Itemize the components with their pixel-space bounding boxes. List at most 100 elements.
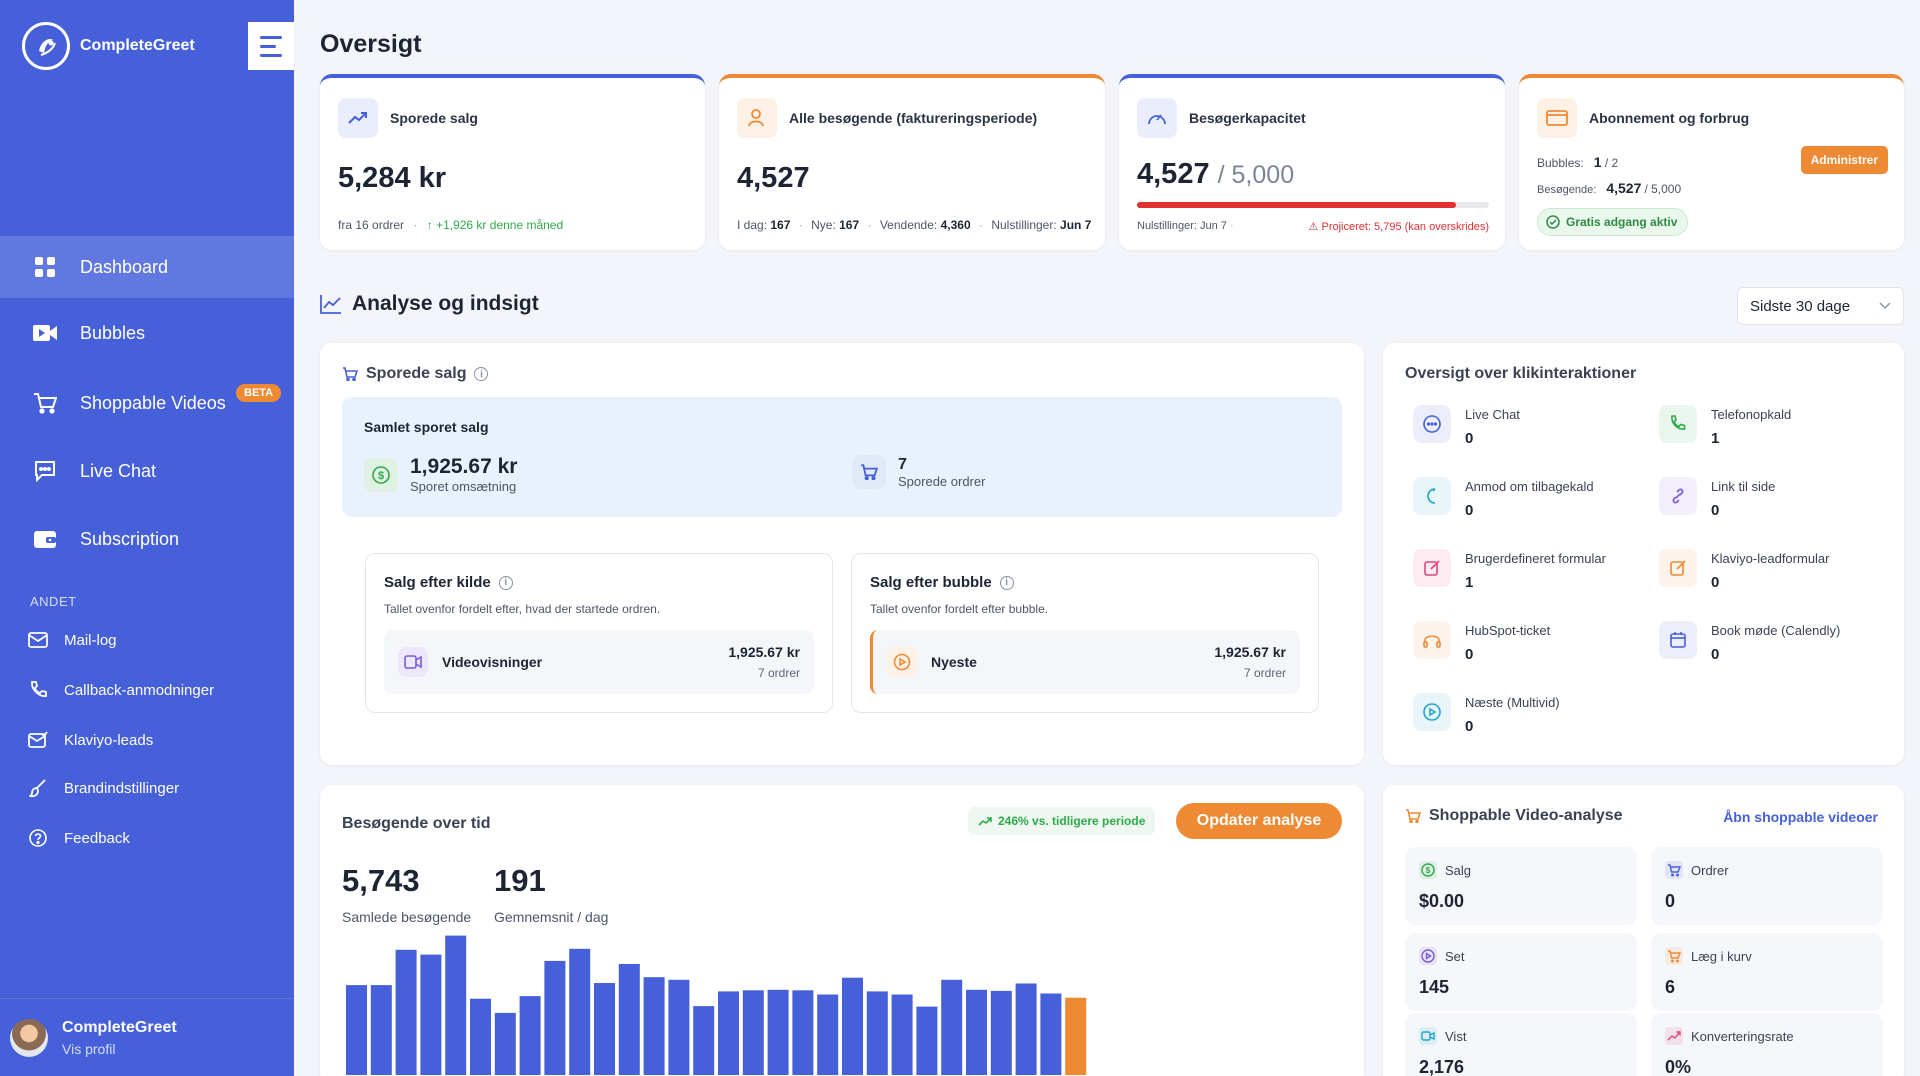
nav-klaviyo-leads[interactable]: Klaviyo-leads: [0, 718, 294, 762]
nav-label: Klaviyo-leads: [64, 731, 154, 749]
date-range-value: Sidste 30 dage: [1750, 297, 1851, 315]
nav-subscription[interactable]: Subscription: [0, 508, 294, 570]
interaction-item: Klaviyo-leadformular 0: [1659, 549, 1830, 591]
menu-toggle-button[interactable]: [248, 22, 294, 70]
update-analysis-button[interactable]: Opdater analyse: [1176, 803, 1342, 839]
bar[interactable]: [544, 960, 566, 1075]
bar[interactable]: [370, 985, 392, 1075]
bar[interactable]: [742, 990, 764, 1075]
info-icon[interactable]: i: [999, 575, 1014, 590]
nav-mail-log[interactable]: Mail-log: [0, 618, 294, 662]
bar[interactable]: [519, 996, 541, 1075]
bar[interactable]: [668, 979, 690, 1075]
click-interactions-panel: Oversigt over klikinteraktioner Live Cha…: [1383, 343, 1904, 765]
info-icon[interactable]: i: [498, 575, 513, 590]
bar[interactable]: [594, 983, 615, 1075]
bar[interactable]: [817, 994, 839, 1076]
metric-value: $0.00: [1419, 891, 1465, 911]
bar[interactable]: [1040, 993, 1062, 1076]
svg-text:$: $: [378, 470, 384, 482]
bar[interactable]: [494, 1012, 516, 1075]
cart-icon: [1665, 861, 1683, 879]
stat-title: Besøgerkapacitet: [1189, 110, 1306, 126]
bubble-row[interactable]: Nyeste 1,925.67 kr 7 ordrer: [870, 630, 1300, 694]
capacity-used: 4,527: [1137, 158, 1210, 190]
stat-card-visitors: Alle besøgende (faktureringsperiode) 4,5…: [719, 74, 1105, 250]
total-visitors-label: Samlede besøgende: [342, 909, 472, 925]
returning-value: 4,360: [940, 218, 971, 232]
bar[interactable]: [891, 994, 913, 1076]
bar[interactable]: [966, 989, 987, 1075]
tracked-revenue: $ 1,925.67 kr Sporet omsætning: [364, 455, 517, 494]
metric-label: Konverteringsrate: [1691, 1028, 1794, 1044]
analysis-title: Analyse og indsigt: [352, 292, 539, 315]
video-icon: [398, 647, 428, 677]
today-value: 167: [770, 218, 791, 232]
split-description: Tallet ovenfor fordelt efter bubble.: [870, 602, 1049, 616]
bar[interactable]: [916, 1006, 938, 1075]
bar[interactable]: [693, 1006, 715, 1075]
nav-dashboard[interactable]: Dashboard: [0, 236, 294, 298]
profile-section[interactable]: CompleteGreet Vis profil: [0, 998, 294, 1076]
interaction-value: 0: [1465, 430, 1474, 447]
source-row[interactable]: Videovisninger 1,925.67 kr 7 ordrer: [384, 630, 814, 694]
manage-button[interactable]: Administrer: [1800, 146, 1888, 174]
visitors-limit: / 5,000: [1644, 182, 1682, 196]
bar[interactable]: [346, 985, 367, 1075]
visitors-value: 4,527: [1606, 180, 1642, 196]
bar[interactable]: [445, 935, 467, 1075]
nav-callback[interactable]: Callback-anmodninger: [0, 668, 294, 712]
nav-shoppable-videos[interactable]: Shoppable Videos BETA: [0, 372, 294, 434]
panel-title: Sporede salg: [366, 365, 467, 382]
play-circle-icon: [887, 647, 917, 677]
bar[interactable]: [643, 977, 665, 1075]
shoppable-metric: Ordrer 0: [1651, 847, 1883, 925]
nav-label: Brandindstillinger: [64, 779, 180, 797]
bar[interactable]: [569, 948, 591, 1075]
bar[interactable]: [842, 977, 863, 1075]
bar[interactable]: [792, 990, 814, 1075]
view-profile-link[interactable]: Vis profil: [62, 1041, 177, 1057]
nav-brand-settings[interactable]: Brandindstillinger: [0, 766, 294, 810]
bar[interactable]: [718, 991, 739, 1075]
interaction-item: Brugerdefineret formular 1: [1413, 549, 1606, 591]
bar[interactable]: [767, 989, 789, 1075]
brand[interactable]: CompleteGreet: [22, 22, 195, 70]
new-value: 167: [839, 218, 860, 232]
nav-bubbles[interactable]: Bubbles: [0, 302, 294, 364]
shoppable-metric: $ Salg $0.00: [1405, 847, 1637, 925]
interaction-value: 0: [1465, 502, 1474, 519]
nav-label: Bubbles: [80, 322, 146, 343]
tracked-sales-summary: Samlet sporet salg $ 1,925.67 kr Sporet …: [342, 397, 1342, 517]
summary-title: Samlet sporet salg: [364, 419, 489, 435]
info-icon[interactable]: i: [474, 367, 489, 381]
panel-title: Oversigt over klikinteraktioner: [1405, 365, 1637, 382]
metric-value: 145: [1419, 977, 1450, 997]
interaction-value: 0: [1711, 574, 1720, 591]
returning-label: Vendende:: [879, 218, 938, 232]
interaction-value: 0: [1465, 646, 1474, 663]
bar[interactable]: [941, 979, 963, 1075]
bar[interactable]: [1015, 983, 1037, 1076]
bar[interactable]: [618, 964, 640, 1075]
bar[interactable]: [395, 949, 417, 1075]
cart-icon: [343, 367, 358, 381]
orders-label: Sporede ordrer: [898, 473, 986, 489]
nav-live-chat[interactable]: Live Chat: [0, 440, 294, 502]
avg-visitors-value: 191: [494, 863, 546, 898]
interaction-item: Book møde (Calendly) 0: [1659, 621, 1840, 663]
arrow-up-icon: ↑: [426, 218, 433, 232]
avg-visitors-label: Gemnemsnit / dag: [494, 909, 609, 925]
bar-current-day[interactable]: [1065, 997, 1087, 1075]
nav-label: Subscription: [80, 528, 180, 549]
bar[interactable]: [420, 954, 442, 1075]
nav-feedback[interactable]: Feedback: [0, 816, 294, 860]
bar[interactable]: [470, 998, 491, 1075]
date-range-select[interactable]: Sidste 30 dage: [1737, 287, 1904, 325]
gauge-icon: [1137, 98, 1177, 138]
trend-up-icon: [338, 98, 378, 138]
open-shoppable-videos-link[interactable]: Åbn shoppable videoer: [1723, 809, 1878, 825]
bar[interactable]: [990, 990, 1012, 1075]
metric-value: 0: [1665, 891, 1676, 911]
bar[interactable]: [866, 991, 888, 1075]
